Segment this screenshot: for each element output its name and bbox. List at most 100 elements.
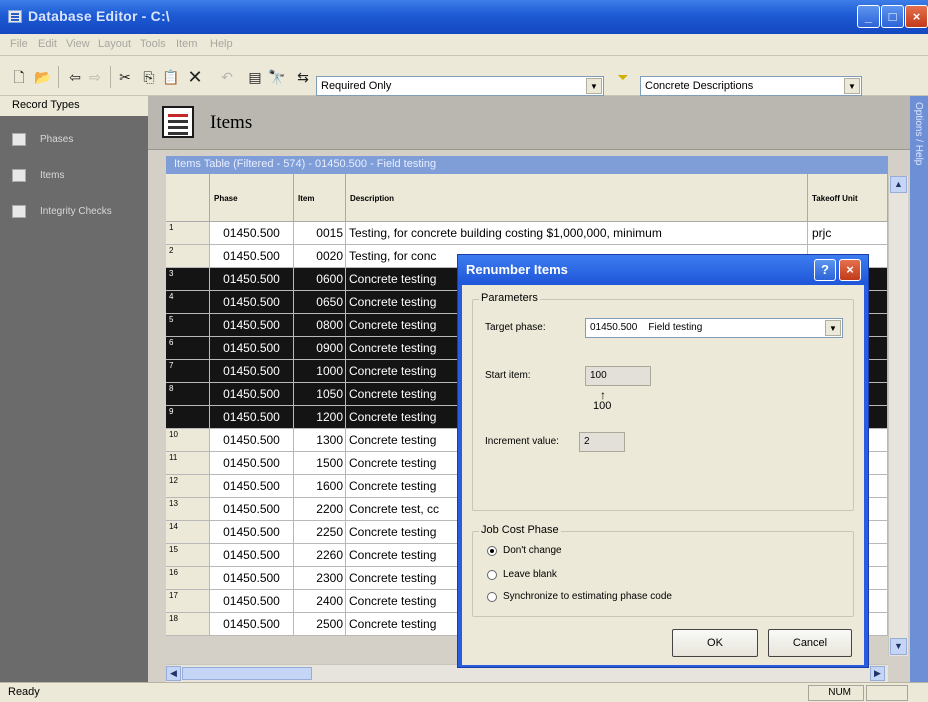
item-cell[interactable]: 2200 — [294, 498, 346, 521]
item-cell[interactable]: 2400 — [294, 590, 346, 613]
phase-cell[interactable]: 01450.500 — [210, 245, 294, 268]
phase-cell[interactable]: 01450.500 — [210, 268, 294, 291]
item-cell[interactable]: 1050 — [294, 383, 346, 406]
item-cell[interactable]: 2250 — [294, 521, 346, 544]
close-button[interactable]: × — [905, 5, 928, 28]
item-cell[interactable]: 0020 — [294, 245, 346, 268]
start-item-input[interactable]: 100 — [585, 366, 651, 386]
target-phase-select[interactable]: 01450.500 Field testing ▼ — [585, 318, 843, 338]
item-cell[interactable]: 2500 — [294, 613, 346, 636]
chevron-down-icon[interactable]: ▼ — [825, 320, 841, 336]
phase-cell[interactable]: 01450.500 — [210, 613, 294, 636]
row-number-cell[interactable]: 18 — [166, 613, 210, 636]
column-header-takeoff-unit[interactable]: Takeoff Unit — [808, 174, 888, 222]
row-number-cell[interactable]: 15 — [166, 544, 210, 567]
row-number-cell[interactable]: 11 — [166, 452, 210, 475]
menu-help[interactable]: Help — [210, 38, 233, 50]
item-cell[interactable]: 1500 — [294, 452, 346, 475]
chevron-down-icon[interactable]: ▼ — [586, 78, 602, 94]
ok-button[interactable]: OK — [672, 629, 758, 657]
phase-cell[interactable]: 01450.500 — [210, 314, 294, 337]
table-row[interactable]: 1 01450.500 0015 Testing, for concrete buil… — [166, 222, 888, 245]
phase-cell[interactable]: 01450.500 — [210, 567, 294, 590]
row-number-cell[interactable]: 6 — [166, 337, 210, 360]
back-arrow-icon[interactable]: ⇦ — [66, 68, 84, 86]
row-number-cell[interactable]: 4 — [166, 291, 210, 314]
radio-indicator[interactable] — [487, 570, 497, 580]
row-number-cell[interactable]: 9 — [166, 406, 210, 429]
phase-cell[interactable]: 01450.500 — [210, 475, 294, 498]
find-binoculars-icon[interactable]: 🔭 — [268, 68, 286, 86]
item-cell[interactable]: 1300 — [294, 429, 346, 452]
phase-cell[interactable]: 01450.500 — [210, 452, 294, 475]
scroll-up-icon[interactable]: ▲ — [890, 176, 907, 193]
item-cell[interactable]: 2300 — [294, 567, 346, 590]
chevron-down-icon[interactable]: ▼ — [844, 78, 860, 94]
help-button[interactable]: ? — [814, 259, 836, 281]
phase-cell[interactable]: 01450.500 — [210, 498, 294, 521]
increment-input[interactable]: 2 — [579, 432, 625, 452]
row-number-cell[interactable]: 14 — [166, 521, 210, 544]
menu-view[interactable]: View — [66, 38, 90, 50]
phase-cell[interactable]: 01450.500 — [210, 337, 294, 360]
phase-cell[interactable]: 01450.500 — [210, 590, 294, 613]
radio-indicator[interactable] — [487, 592, 497, 602]
row-number-header[interactable] — [166, 174, 210, 222]
row-number-cell[interactable]: 5 — [166, 314, 210, 337]
new-icon[interactable]: 🗋 — [10, 68, 28, 86]
filter-funnel-icon[interactable]: ⏷ — [614, 68, 632, 86]
item-cell[interactable]: 1200 — [294, 406, 346, 429]
row-number-cell[interactable]: 2 — [166, 245, 210, 268]
cancel-button[interactable]: Cancel — [768, 629, 852, 657]
delete-icon[interactable]: ✕ — [186, 68, 204, 86]
scroll-right-icon[interactable]: ▶ — [870, 666, 885, 681]
forward-arrow-icon[interactable]: ⇨ — [86, 68, 104, 86]
item-cell[interactable]: 0800 — [294, 314, 346, 337]
column-header-item[interactable]: Item — [294, 174, 346, 222]
item-cell[interactable]: 0600 — [294, 268, 346, 291]
menu-file[interactable]: File — [10, 38, 28, 50]
copy-icon[interactable]: ⎘ — [140, 68, 158, 86]
options-help-tab[interactable]: Options / Help — [910, 96, 928, 682]
row-number-cell[interactable]: 8 — [166, 383, 210, 406]
takeoff-unit-cell[interactable]: prjc — [808, 222, 888, 245]
menu-edit[interactable]: Edit — [38, 38, 57, 50]
menu-tools[interactable]: Tools — [140, 38, 166, 50]
phase-cell[interactable]: 01450.500 — [210, 429, 294, 452]
row-number-cell[interactable]: 16 — [166, 567, 210, 590]
row-number-cell[interactable]: 7 — [166, 360, 210, 383]
dialog-close-button[interactable]: × — [839, 259, 861, 281]
cut-icon[interactable]: ✂ — [116, 68, 134, 86]
phase-cell[interactable]: 01450.500 — [210, 406, 294, 429]
row-number-cell[interactable]: 10 — [166, 429, 210, 452]
phase-cell[interactable]: 01450.500 — [210, 544, 294, 567]
phase-cell[interactable]: 01450.500 — [210, 383, 294, 406]
item-cell[interactable]: 2260 — [294, 544, 346, 567]
undo-icon[interactable]: ↶ — [218, 68, 236, 86]
menu-layout[interactable]: Layout — [98, 38, 131, 50]
phase-cell[interactable]: 01450.500 — [210, 521, 294, 544]
item-cell[interactable]: 1600 — [294, 475, 346, 498]
item-cell[interactable]: 1000 — [294, 360, 346, 383]
scroll-left-icon[interactable]: ◀ — [166, 666, 181, 681]
phase-cell[interactable]: 01450.500 — [210, 291, 294, 314]
filter-combo[interactable]: Required Only ▼ — [316, 76, 604, 96]
item-cell[interactable]: 0900 — [294, 337, 346, 360]
minimize-button[interactable]: _ — [857, 5, 880, 28]
column-header-phase[interactable]: Phase — [210, 174, 294, 222]
phase-cell[interactable]: 01450.500 — [210, 360, 294, 383]
row-number-cell[interactable]: 17 — [166, 590, 210, 613]
column-header-description[interactable]: Description — [346, 174, 808, 222]
description-combo[interactable]: Concrete Descriptions ▼ — [640, 76, 862, 96]
vertical-scrollbar[interactable]: ▲ ▼ — [888, 176, 908, 656]
dialog-title-bar[interactable]: Renumber Items ? × — [458, 255, 868, 285]
description-cell[interactable]: Testing, for concrete building costing $… — [346, 222, 808, 245]
radio-indicator[interactable] — [487, 546, 497, 556]
properties-icon[interactable]: ▤ — [246, 68, 264, 86]
item-cell[interactable]: 0650 — [294, 291, 346, 314]
scroll-down-icon[interactable]: ▼ — [890, 638, 907, 655]
filter-rows-icon[interactable]: ⇆ — [294, 68, 312, 86]
open-folder-icon[interactable]: 📂 — [34, 68, 52, 86]
maximize-button[interactable]: □ — [881, 5, 904, 28]
row-number-cell[interactable]: 12 — [166, 475, 210, 498]
